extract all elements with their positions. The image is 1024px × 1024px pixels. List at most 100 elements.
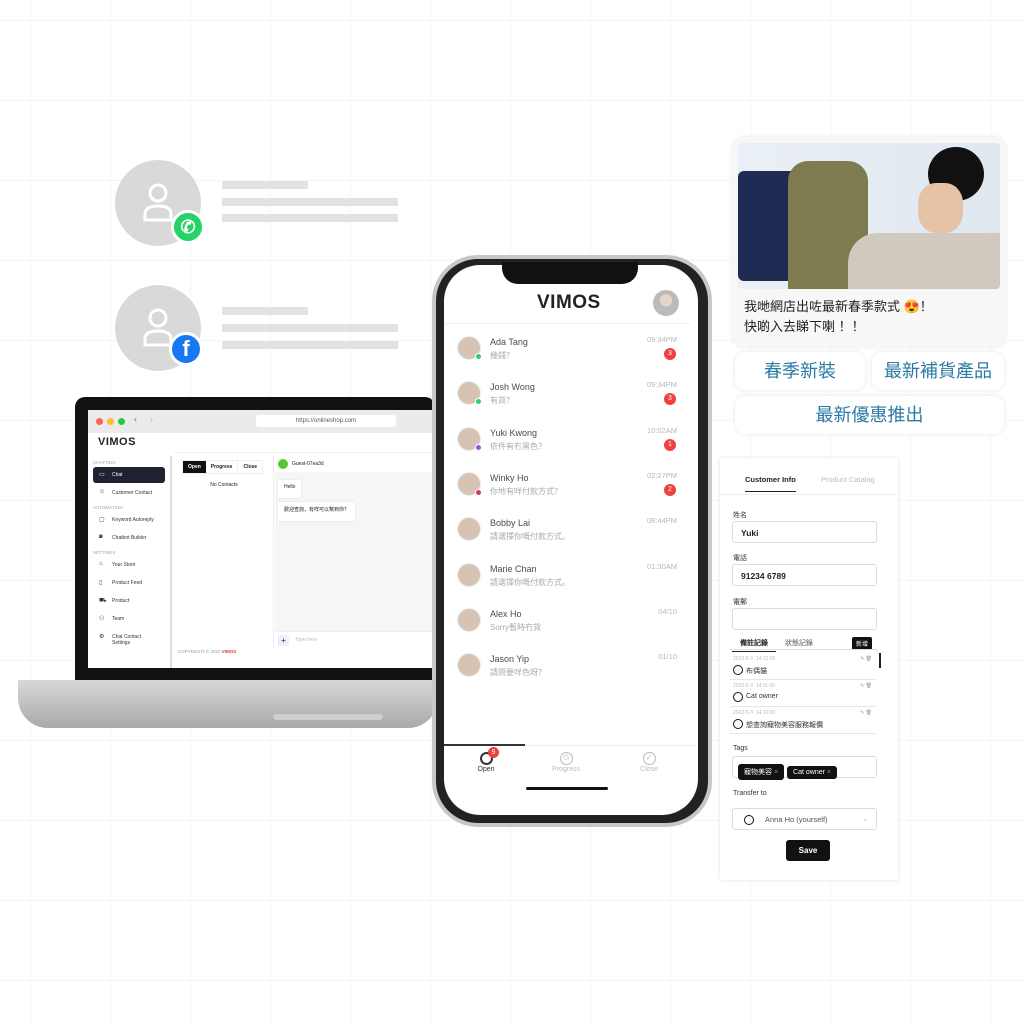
section-automation: AUTOMATION	[93, 505, 123, 510]
contact-name: Josh Wong	[490, 382, 535, 393]
vimos-logo: VIMOS	[98, 436, 136, 448]
tab-open[interactable]: 9 Open	[471, 747, 501, 773]
sidebar-item-chatbot-builder[interactable]: ◙ Chatbot Builder	[93, 530, 165, 546]
placeholder-line	[222, 341, 398, 349]
save-button[interactable]: Save	[786, 840, 830, 861]
sidebar-item-your-store[interactable]: ⌂ Your Store	[93, 557, 165, 573]
address-bar[interactable]: https://onlineshop.com	[256, 415, 396, 427]
home-indicator	[526, 787, 608, 790]
team-icon: ⚇	[99, 616, 105, 622]
transfer-label: Transfer to	[733, 790, 767, 797]
last-message: 你地有咩付款方式？	[490, 486, 562, 496]
close-window-button[interactable]	[96, 418, 103, 425]
facebook-icon: f	[169, 332, 203, 366]
channel-icon	[475, 353, 482, 360]
message-bubble: 歡迎查詢，有咩可以幫到你？	[278, 502, 356, 521]
channel-icon	[475, 443, 482, 451]
message-input[interactable]: Type here	[295, 637, 317, 643]
quick-reply-button[interactable]: 最新優惠推出	[735, 396, 1004, 434]
clock-icon: ◷	[559, 752, 573, 765]
note-item: 2022-5-3 14:10:00 ✎ 🗑 想查詢寵物美容服務報價	[730, 708, 876, 734]
tab-product-catalog[interactable]: Product Catalog	[821, 475, 875, 484]
last-message: 有貨？	[490, 396, 514, 406]
chat-list-item[interactable]: Josh Wong 有貨？ 09:34PM 3	[444, 377, 698, 422]
contact-avatar	[457, 426, 482, 451]
contact-avatar	[457, 517, 481, 542]
contact-list-pane: Open Progress Close No Contacts	[174, 456, 274, 649]
sidebar-item-chat-contact-settings[interactable]: ⚙ Chat Contact Settings	[93, 629, 165, 651]
active-tab-indicator	[444, 744, 525, 746]
whatsapp-icon: ✆	[171, 210, 205, 244]
unread-badge: 3	[664, 348, 676, 360]
remove-tag-icon[interactable]: ×	[774, 769, 778, 776]
add-attachment-button[interactable]: +	[278, 635, 289, 646]
unread-badge: 3	[664, 393, 676, 406]
name-input[interactable]: Yuki	[732, 521, 877, 543]
section-chatting: CHATTING	[93, 460, 116, 465]
empty-contacts: No Contacts	[210, 482, 238, 488]
contact-avatar	[457, 562, 481, 587]
minimize-window-button[interactable]	[107, 418, 114, 425]
quick-reply-button[interactable]: 最新補貨產品	[872, 352, 1004, 390]
tab-progress[interactable]: ◷ Progress	[549, 752, 583, 773]
quick-reply-button[interactable]: 春季新裝	[735, 352, 865, 390]
product-photo	[738, 143, 1000, 289]
user-avatar[interactable]	[653, 290, 679, 316]
message-time: 09:34PM	[646, 335, 677, 344]
edit-delete-icons[interactable]: ✎ 🗑	[860, 656, 872, 662]
forward-icon[interactable]: ›	[150, 414, 153, 424]
message-time: 09:34PM	[646, 380, 677, 390]
placeholder-line	[222, 324, 398, 332]
sidebar-item-product-feed[interactable]: ▯ Product Feed	[93, 575, 165, 591]
chat-list-item[interactable]: Winky Ho 你地有咩付款方式？ 02:27PM 2	[444, 468, 698, 513]
tab-progress[interactable]: Progress	[206, 461, 239, 473]
email-input[interactable]	[732, 608, 877, 630]
chevron-down-icon: ⌄	[861, 814, 868, 823]
chat-list-item[interactable]: Ada Tang 幾錢？ 09:34PM 3	[444, 332, 698, 377]
edit-delete-icons[interactable]: ✎ 🗑	[860, 710, 872, 716]
channel-icon	[475, 488, 482, 496]
remove-tag-icon[interactable]: ×	[827, 769, 831, 776]
robot-icon: ◙	[99, 534, 103, 540]
contact-name: Alex Ho	[490, 608, 522, 619]
promo-text-line-1: 我哋網店出咗最新春季款式 😍！	[744, 299, 933, 314]
note-item: 2022-5-3 14:12:00 ✎ 🗑 布偶貓	[730, 654, 876, 680]
tab-close[interactable]: Close	[238, 461, 262, 473]
unread-badge: 1	[664, 438, 676, 451]
phone-input[interactable]: 91234 6789	[732, 564, 877, 586]
laptop-base	[18, 680, 438, 728]
tab-status-log[interactable]: 狀態記錄	[785, 638, 813, 648]
last-message: 請問要咩色呀？	[490, 668, 546, 678]
sidebar-item-product[interactable]: ⛟ Product	[93, 593, 165, 609]
note-item: 2022-5-3 14:11:00 ✎ 🗑 Cat owner	[730, 681, 876, 707]
chat-list-item[interactable]: Marie Chan 請選擇你嘅付款方式。 01:30AM	[444, 559, 698, 604]
last-message: 依件有冇黑色？	[490, 441, 546, 451]
contact-avatar	[457, 381, 482, 406]
sidebar-item-chat[interactable]: ▭ Chat	[93, 467, 165, 483]
sidebar-item-customer-contact[interactable]: ☺ Customer Contact	[93, 485, 165, 501]
reply-icon: ▢	[99, 517, 105, 523]
tab-customer-info[interactable]: Customer Info	[745, 475, 796, 492]
sidebar-item-keyword-autoreply[interactable]: ▢ Keyword Autoreply	[93, 512, 165, 528]
sidebar-item-team[interactable]: ⚇ Team	[93, 611, 165, 627]
chat-list-item[interactable]: Bobby Lai 請選擇你嘅付款方式。 08:44PM	[444, 513, 698, 558]
edit-delete-icons[interactable]: ✎ 🗑	[860, 683, 872, 689]
tags-input[interactable]: 寵物美容 × Cat owner ×	[732, 756, 877, 780]
contact-avatar	[457, 607, 481, 632]
chat-list-item[interactable]: Jason Yip 請問要咩色呀？ 01/10	[444, 649, 698, 694]
maximize-window-button[interactable]	[118, 418, 125, 425]
placeholder-line	[222, 198, 398, 206]
user-icon	[143, 308, 173, 347]
chat-list-item[interactable]: Alex Ho Sorry暫時冇貨 04/10	[444, 604, 698, 649]
book-icon: ▯	[99, 580, 103, 586]
chat-list-item[interactable]: Yuki Kwong 依件有冇黑色？ 10:02AM 1	[444, 423, 698, 468]
placeholder-line	[222, 307, 308, 315]
section-settings: SETTINGS	[93, 550, 116, 555]
transfer-select[interactable]: Anna Ho (yourself) ⌄	[732, 808, 877, 830]
user-icon	[733, 692, 743, 702]
tab-close[interactable]: ✓ Close	[634, 752, 664, 773]
tab-open[interactable]: Open	[183, 461, 206, 473]
back-icon[interactable]: ‹	[134, 414, 137, 424]
notes-scrollbar[interactable]	[879, 653, 881, 668]
browser-toolbar: ‹ › https://onlineshop.com	[88, 410, 433, 433]
